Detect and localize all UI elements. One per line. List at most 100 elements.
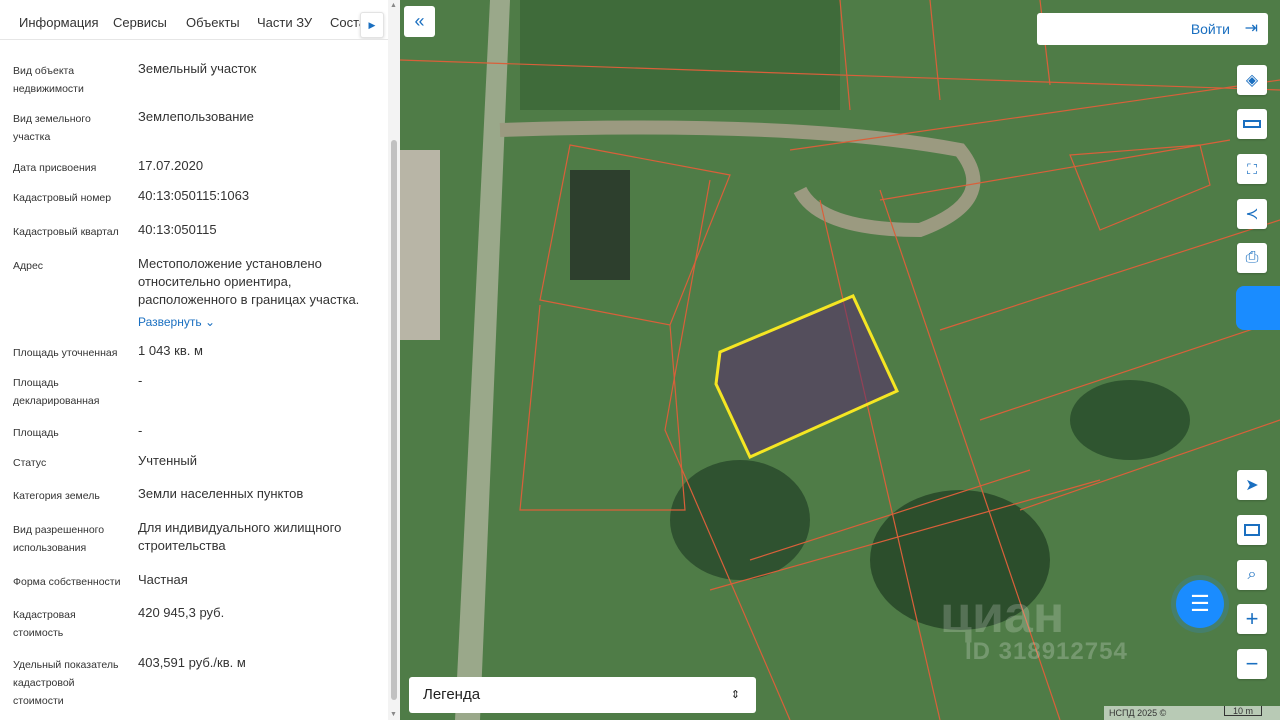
scrollbar-thumb[interactable]: [391, 140, 397, 700]
layers-icon: ◈: [1245, 72, 1259, 89]
chat-button[interactable]: ☰: [1176, 580, 1224, 628]
ruler-icon: [1243, 120, 1261, 128]
tab-info[interactable]: Информация: [19, 15, 99, 39]
attribute-row: Кадастровая стоимость 420 945,3 руб.: [0, 602, 388, 652]
attribute-label: Площадь уточненная: [13, 347, 118, 359]
geo-search-button[interactable]: ⌕: [1237, 560, 1267, 590]
minimap-icon: [1244, 524, 1260, 536]
value-text: Частная: [138, 572, 188, 587]
attribute-label: Вид разрешенного использования: [13, 524, 105, 554]
zoom-out-button[interactable]: −: [1237, 649, 1267, 679]
value-text: 40:13:050115: [138, 222, 217, 237]
login-icon: ⇥: [1244, 20, 1258, 37]
scroll-down-icon[interactable]: ▼: [390, 711, 397, 718]
attribute-label: Категория земель: [13, 490, 100, 502]
measure-button[interactable]: [1237, 109, 1267, 139]
attribute-label: Вид земельного участка: [13, 113, 91, 143]
attribute-row: Категория земель Земли населенных пунктов: [0, 483, 388, 517]
value-text: Землепользование: [138, 109, 254, 124]
watermark-id: ID 318912754: [965, 638, 1128, 665]
value-text: Земельный участок: [138, 61, 257, 76]
value-text: -: [138, 373, 143, 388]
attribute-label: Кадастровая стоимость: [13, 609, 76, 639]
zoom-in-button[interactable]: +: [1237, 604, 1267, 634]
attribute-label: Адрес: [13, 260, 44, 272]
expand-label: Развернуть: [138, 315, 202, 329]
value-text: 17.07.2020: [138, 158, 204, 173]
chevron-down-icon: ⌄: [204, 315, 216, 329]
attribute-label: Площадь: [13, 427, 59, 439]
value-text: 420 945,3 руб.: [138, 605, 225, 620]
attribute-label: Площадь декларированная: [13, 377, 100, 407]
print-icon: ⎙: [1245, 249, 1259, 266]
attribute-value: Учтенный: [138, 452, 383, 470]
tab-parts[interactable]: Части ЗУ: [257, 15, 312, 30]
share-button[interactable]: ≺: [1237, 199, 1267, 229]
login-button[interactable]: Войти ⇥: [1037, 13, 1268, 45]
info-panel: Информация Сервисы Объекты Части ЗУ Сост…: [0, 0, 400, 720]
tab-services[interactable]: Сервисы: [113, 15, 167, 30]
caret-right-icon: ▶: [368, 20, 376, 30]
value-text: -: [138, 423, 143, 438]
map-attribution: НСПД 2025 © 10 m: [1104, 706, 1280, 720]
attribute-row: Адрес Местоположение установлено относите…: [0, 253, 388, 340]
attribute-value: 1 043 кв. м: [138, 342, 383, 360]
attribute-value: -: [138, 372, 383, 390]
attribute-row: Площадь уточненная 1 043 кв. м: [0, 340, 388, 370]
legend-label: Легенда: [423, 686, 481, 703]
attribute-list: Вид объекта недвижимости Земельный участо…: [0, 58, 388, 712]
scroll-up-icon[interactable]: ▲: [390, 2, 397, 9]
map-view[interactable]: циан ID 318912754 « Войти ⇥ ◈ ⛶ ≺ ⎙ ➤ ⌕ +…: [400, 0, 1280, 720]
watermark: циан: [940, 586, 1065, 644]
attribute-row: Удельный показатель кадастровой стоимост…: [0, 652, 388, 712]
legend-dropdown[interactable]: Легенда ⇕: [409, 677, 756, 713]
value-text: Учтенный: [138, 453, 198, 468]
attribute-label: Статус: [13, 457, 47, 469]
attribute-value: 40:13:050115:1063: [138, 187, 383, 205]
attribute-label: Форма собственности: [13, 576, 121, 588]
locate-button[interactable]: ➤: [1237, 470, 1267, 500]
attribution-text: НСПД 2025 ©: [1109, 708, 1167, 718]
collapse-panel-button[interactable]: «: [404, 6, 435, 37]
scrollbar[interactable]: ▲ ▼: [388, 0, 400, 720]
nspd-assistant-button[interactable]: [1236, 286, 1280, 330]
layers-button[interactable]: ◈: [1237, 65, 1267, 95]
value-text: 403,591 руб./кв. м: [138, 655, 246, 670]
plus-icon: +: [1245, 606, 1259, 631]
attribute-row: Статус Учтенный: [0, 450, 388, 483]
attribute-value: 40:13:050115: [138, 221, 383, 239]
attribute-value: 420 945,3 руб.: [138, 604, 383, 622]
attribute-label: Вид объекта недвижимости: [13, 65, 84, 95]
value-text: Для индивидуального жилищного строительс…: [138, 520, 342, 553]
attribute-value: Землепользование: [138, 108, 383, 126]
attribute-value: Частная: [138, 571, 383, 589]
area-search-button[interactable]: ⛶: [1237, 154, 1267, 184]
tabs-next-button[interactable]: ▶: [360, 12, 384, 38]
tab-objects[interactable]: Объекты: [186, 15, 240, 30]
print-button[interactable]: ⎙: [1237, 243, 1267, 273]
attribute-value: -: [138, 422, 383, 440]
attribute-row: Кадастровый номер 40:13:050115:1063: [0, 185, 388, 219]
location-search-icon: ⌕: [1247, 566, 1257, 583]
navigation-arrow-icon: ➤: [1245, 477, 1259, 494]
attribute-value: 17.07.2020: [138, 157, 383, 175]
attribute-label: Кадастровый квартал: [13, 226, 119, 238]
attribute-label: Дата присвоения: [13, 162, 97, 174]
value-text: 40:13:050115:1063: [138, 188, 250, 203]
attribute-row: Кадастровый квартал 40:13:050115: [0, 219, 388, 253]
double-chevron-left-icon: «: [414, 11, 425, 31]
attribute-value: 403,591 руб./кв. м: [138, 654, 383, 672]
attribute-row: Дата присвоения 17.07.2020: [0, 155, 388, 185]
chat-icon: ☰: [1190, 591, 1210, 616]
expand-link[interactable]: Развернуть ⌄: [138, 313, 383, 331]
attribute-value: Местоположение установлено относительно …: [138, 255, 383, 331]
share-icon: ≺: [1245, 206, 1259, 223]
attribute-row: Площадь декларированная -: [0, 370, 388, 420]
login-label: Войти: [1190, 21, 1230, 37]
attribute-row: Вид земельного участка Землепользование: [0, 106, 388, 155]
minimap-button[interactable]: [1237, 515, 1267, 545]
tab-bar: Информация Сервисы Объекты Части ЗУ Сост…: [0, 0, 388, 40]
satellite-map: [400, 0, 1280, 720]
scale-bar: 10 m: [1224, 706, 1263, 716]
attribute-label: Кадастровый номер: [13, 192, 112, 204]
